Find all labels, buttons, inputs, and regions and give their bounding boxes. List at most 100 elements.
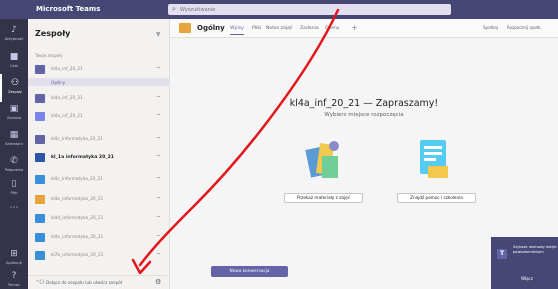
teams-icon: ⚇	[10, 78, 20, 88]
more-options-icon[interactable]: ···	[156, 152, 161, 160]
rail-item-teams[interactable]: ⚇ Zespoły	[0, 74, 28, 102]
main-area: Ogólny Wpisy Pliki Notes zajęć Zadania O…	[170, 19, 558, 289]
rail-item-calendar[interactable]: ▦ Kalendarz	[0, 126, 28, 154]
tab-files[interactable]: Pliki	[252, 26, 261, 31]
more-options-icon[interactable]: ···	[156, 93, 161, 101]
rail-item-activity[interactable]: ♪ Aktywność	[0, 21, 28, 49]
team-tile-icon	[35, 112, 45, 121]
more-options-icon[interactable]: ···	[156, 194, 161, 202]
teams-logo-icon: T	[497, 249, 507, 259]
team-tile-icon	[35, 195, 45, 204]
more-options-icon[interactable]: ···	[156, 232, 161, 240]
title-bar: Microsoft Teams ⌕	[0, 0, 558, 19]
team-item[interactable]: kl4a_inf_20_21 ···	[28, 63, 170, 77]
filter-icon[interactable]: ⩔	[156, 29, 161, 39]
welcome-title: kl4a_inf_20_21 — Zapraszamy!	[289, 98, 439, 109]
search-box[interactable]: ⌕	[168, 4, 451, 15]
rail-item-help[interactable]: ? Pomoc	[0, 267, 28, 289]
rail-item-chat[interactable]: ■ Czat	[0, 48, 28, 76]
class-materials-illustration	[305, 141, 339, 178]
more-options-icon[interactable]: ···	[156, 250, 161, 258]
team-avatar-icon	[179, 23, 191, 33]
team-name: kl4a_inf_20_21	[51, 114, 83, 119]
help-icon: ?	[11, 271, 17, 281]
team-item[interactable]: kl4a_inf_20_21 ···	[28, 110, 170, 124]
add-tab-icon[interactable]: +	[351, 23, 358, 32]
rail-label: Kalendarz	[5, 142, 23, 146]
team-name: kl_1a informatyka 20_21	[51, 155, 115, 160]
meet-button[interactable]: Spotkaj	[483, 25, 498, 30]
apps-icon: ⊞	[10, 249, 18, 259]
team-tile-icon	[35, 175, 45, 184]
join-team-row: ⁺⚇ Dołącz do zespołu lub utwórz zespół ⚙	[28, 275, 170, 289]
upload-class-materials-button[interactable]: Przekaż materiały z zajęć	[284, 193, 363, 203]
team-name: kl7b_informatyka_20_21	[51, 253, 104, 258]
tab-posts[interactable]: Wpisy	[230, 26, 244, 35]
toast-enable-button[interactable]: Włącz	[521, 276, 533, 281]
team-item[interactable]: kl4c_informatyka_20_21 ···	[28, 173, 170, 187]
more-icon: ⋯	[9, 203, 19, 213]
more-options-icon[interactable]: ···	[156, 64, 161, 72]
bell-icon: ♪	[11, 25, 17, 35]
rail-label: Czat	[10, 64, 18, 68]
teams-panel: Zespoły ⩔ Twoje zespoły kl4a_inf_20_21 ·…	[28, 19, 170, 289]
panel-title: Zespoły	[35, 29, 71, 38]
add-team-icon[interactable]: ⁺⚇	[36, 279, 45, 286]
search-input[interactable]	[180, 5, 430, 14]
team-item[interactable]: kl4a_inf_20_21 ···	[28, 92, 170, 106]
chat-icon: ■	[9, 52, 19, 62]
calendar-icon: ▦	[9, 130, 19, 140]
tab-class-notebook[interactable]: Notes zajęć	[266, 26, 293, 31]
join-create-team-link[interactable]: Dołącz do zespołu lub utwórz zespół	[46, 280, 122, 285]
help-training-illustration	[420, 140, 448, 178]
team-item[interactable]: kl4e_informatyka_20_21 ···	[28, 193, 170, 207]
rail-item-more[interactable]: ⋯	[0, 199, 28, 227]
channel-title: Ogólny	[197, 24, 225, 32]
phone-icon: ✆	[10, 156, 18, 166]
rail-item-assignments[interactable]: ▣ Zadania	[0, 100, 28, 128]
team-item[interactable]: kl4d_informatyka_20_21 ···	[28, 212, 170, 226]
rail-label: Pliki	[10, 191, 18, 195]
team-name: kl4a_inf_20_21	[51, 96, 83, 101]
team-item[interactable]: kl7b_informatyka_20_21 ···	[28, 249, 170, 263]
team-name: kl4c_informatyka_20_21	[51, 177, 104, 182]
team-tile-icon	[35, 233, 45, 242]
rail-label: Połączenia	[4, 168, 24, 172]
rail-label: Zadania	[6, 116, 22, 120]
channel-item-general[interactable]: Ogólny	[28, 78, 170, 86]
channel-header: Ogólny Wpisy Pliki Notes zajęć Zadania O…	[170, 19, 558, 38]
team-item[interactable]: kl4c_informatyka_20_21 ···	[28, 133, 170, 147]
find-help-button[interactable]: Znajdź pomoc i szkolenia	[397, 193, 476, 203]
more-options-icon[interactable]: ···	[156, 174, 161, 182]
app-rail: ♪ Aktywność ■ Czat ⚇ Zespoły ▣ Zadania ▦…	[0, 19, 28, 289]
team-name: kl4a_inf_20_21	[51, 67, 83, 72]
tab-grades[interactable]: Oceny	[325, 26, 340, 31]
team-name: kl4e_informatyka_20_21	[51, 197, 104, 202]
more-options-icon[interactable]: ···	[156, 213, 161, 221]
more-options-icon[interactable]: ···	[156, 111, 161, 119]
team-name: kl4e_informatyka_20_21	[51, 235, 104, 240]
notification-toast: T Szybsze rozmowy dzięki powiadomieniom …	[491, 237, 558, 289]
assignments-icon: ▣	[9, 104, 19, 114]
team-tile-icon	[35, 251, 45, 260]
team-item[interactable]: kl4e_informatyka_20_21 ···	[28, 231, 170, 245]
team-tile-icon	[35, 214, 45, 223]
new-conversation-label: Nowa konwersacja	[229, 268, 270, 274]
team-tile-icon	[35, 65, 45, 74]
team-name: kl4d_informatyka_20_21	[51, 216, 104, 221]
search-icon: ⌕	[172, 5, 176, 13]
welcome-subtitle: Wybierz miejsce rozpoczęcia	[324, 112, 404, 118]
rail-label: Aktywność	[4, 37, 24, 41]
section-label: Twoje zespoły	[35, 53, 63, 58]
tab-assignments[interactable]: Zadania	[300, 26, 319, 31]
start-meeting-button[interactable]: Rozpocznij spotk.	[507, 25, 542, 30]
team-item[interactable]: kl_1a informatyka 20_21 ···	[28, 151, 170, 165]
gear-icon[interactable]: ⚙	[155, 278, 161, 286]
team-tile-icon	[35, 94, 45, 103]
team-name: kl4c_informatyka_20_21	[51, 137, 104, 142]
toast-text: Szybsze rozmowy dzięki powiadomieniom	[513, 245, 557, 254]
new-conversation-button[interactable]: Nowa konwersacja	[211, 266, 288, 277]
more-options-icon[interactable]: ···	[156, 134, 161, 142]
team-tile-icon	[35, 135, 45, 144]
files-icon: ▯	[11, 179, 17, 189]
